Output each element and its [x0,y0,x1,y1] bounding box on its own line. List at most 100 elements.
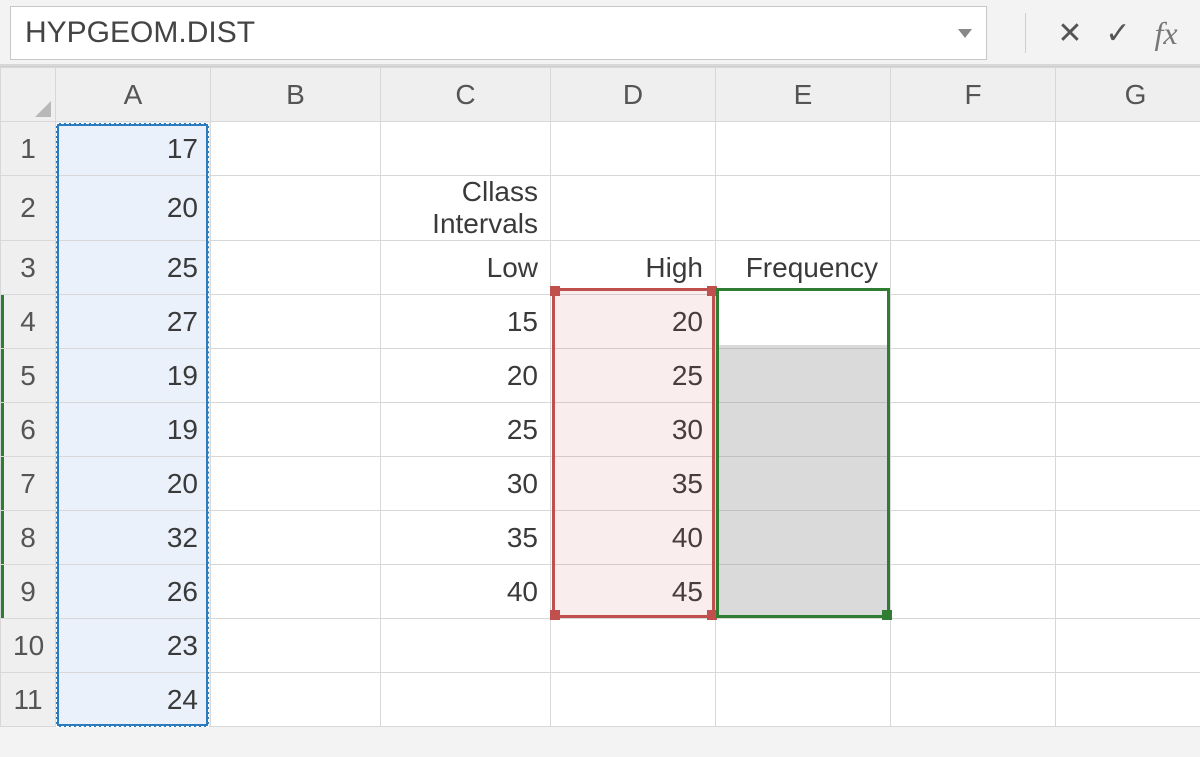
col-header-F[interactable]: F [891,68,1056,122]
cell-C5[interactable]: 20 [381,349,551,403]
cell-C2[interactable]: Cllass Intervals [381,176,551,241]
cell-B6[interactable] [211,403,381,457]
cell-F3[interactable] [891,241,1056,295]
cell-G1[interactable] [1056,122,1200,176]
cell-B8[interactable] [211,511,381,565]
cell-C9[interactable]: 40 [381,565,551,619]
cell-A2[interactable]: 20 [56,176,211,241]
cell-B11[interactable] [211,673,381,727]
cell-D3[interactable]: High [551,241,716,295]
cell-F5[interactable] [891,349,1056,403]
enter-button[interactable]: ✓ [1094,11,1142,55]
col-header-B[interactable]: B [211,68,381,122]
cell-F10[interactable] [891,619,1056,673]
cell-F6[interactable] [891,403,1056,457]
cell-C1[interactable] [381,122,551,176]
cell-D11[interactable] [551,673,716,727]
cell-A5[interactable]: 19 [56,349,211,403]
cell-B9[interactable] [211,565,381,619]
cell-G11[interactable] [1056,673,1200,727]
cell-A6[interactable]: 19 [56,403,211,457]
cell-B7[interactable] [211,457,381,511]
cell-F4[interactable] [891,295,1056,349]
row-header-3[interactable]: 3 [1,241,56,295]
cancel-button[interactable]: ✕ [1046,11,1094,55]
cell-B10[interactable] [211,619,381,673]
cell-D9[interactable]: 45 [551,565,716,619]
col-header-G[interactable]: G [1056,68,1200,122]
col-header-D[interactable]: D [551,68,716,122]
col-header-E[interactable]: E [716,68,891,122]
cell-F8[interactable] [891,511,1056,565]
cell-F7[interactable] [891,457,1056,511]
cell-A7[interactable]: 20 [56,457,211,511]
name-box[interactable]: HYPGEOM.DIST [10,6,987,60]
cell-C11[interactable] [381,673,551,727]
cell-A8[interactable]: 32 [56,511,211,565]
row-header-1[interactable]: 1 [1,122,56,176]
col-header-C[interactable]: C [381,68,551,122]
cell-F1[interactable] [891,122,1056,176]
cell-D8[interactable]: 40 [551,511,716,565]
cell-F9[interactable] [891,565,1056,619]
cell-E8[interactable] [716,511,891,565]
cell-C10[interactable] [381,619,551,673]
cell-E1[interactable] [716,122,891,176]
cell-D7[interactable]: 35 [551,457,716,511]
cell-E7[interactable] [716,457,891,511]
cell-G10[interactable] [1056,619,1200,673]
col-header-A[interactable]: A [56,68,211,122]
cell-E11[interactable] [716,673,891,727]
cell-A11[interactable]: 24 [56,673,211,727]
select-all-corner[interactable] [1,68,56,122]
cell-F11[interactable] [891,673,1056,727]
cell-D1[interactable] [551,122,716,176]
cell-E9[interactable] [716,565,891,619]
cell-B2[interactable] [211,176,381,241]
cell-C3[interactable]: Low [381,241,551,295]
cell-B5[interactable] [211,349,381,403]
cell-A9[interactable]: 26 [56,565,211,619]
cell-E5[interactable] [716,349,891,403]
cell-A1[interactable]: 17 [56,122,211,176]
cell-D6[interactable]: 30 [551,403,716,457]
cell-G6[interactable] [1056,403,1200,457]
cell-C7[interactable]: 30 [381,457,551,511]
cell-C6[interactable]: 25 [381,403,551,457]
row-header-8[interactable]: 8 [1,511,56,565]
cell-D2[interactable] [551,176,716,241]
row-header-6[interactable]: 6 [1,403,56,457]
cell-G3[interactable] [1056,241,1200,295]
cell-G4[interactable] [1056,295,1200,349]
row-header-2[interactable]: 2 [1,176,56,241]
cell-E10[interactable] [716,619,891,673]
cell-D5[interactable]: 25 [551,349,716,403]
row-header-9[interactable]: 9 [1,565,56,619]
cell-G2[interactable] [1056,176,1200,241]
cell-E6[interactable] [716,403,891,457]
row-header-11[interactable]: 11 [1,673,56,727]
cell-A3[interactable]: 25 [56,241,211,295]
cell-C4[interactable]: 15 [381,295,551,349]
cell-F2[interactable] [891,176,1056,241]
cell-G8[interactable] [1056,511,1200,565]
cell-G5[interactable] [1056,349,1200,403]
cell-C8[interactable]: 35 [381,511,551,565]
insert-function-button[interactable]: fx [1142,11,1190,55]
cell-D4[interactable]: 20 [551,295,716,349]
cell-B1[interactable] [211,122,381,176]
row-header-10[interactable]: 10 [1,619,56,673]
row-header-4[interactable]: 4 [1,295,56,349]
cell-B3[interactable] [211,241,381,295]
grid-table[interactable]: A B C D E F G 1 17 2 20 Cllass Intervals [0,67,1200,727]
cell-B4[interactable] [211,295,381,349]
cell-E4[interactable]: D9) [716,295,891,349]
row-header-5[interactable]: 5 [1,349,56,403]
row-header-7[interactable]: 7 [1,457,56,511]
cell-E2[interactable] [716,176,891,241]
cell-D10[interactable] [551,619,716,673]
name-box-dropdown-icon[interactable] [958,29,972,38]
cell-E3[interactable]: Frequency [716,241,891,295]
cell-A10[interactable]: 23 [56,619,211,673]
spreadsheet-grid[interactable]: A B C D E F G 1 17 2 20 Cllass Intervals [0,66,1200,727]
